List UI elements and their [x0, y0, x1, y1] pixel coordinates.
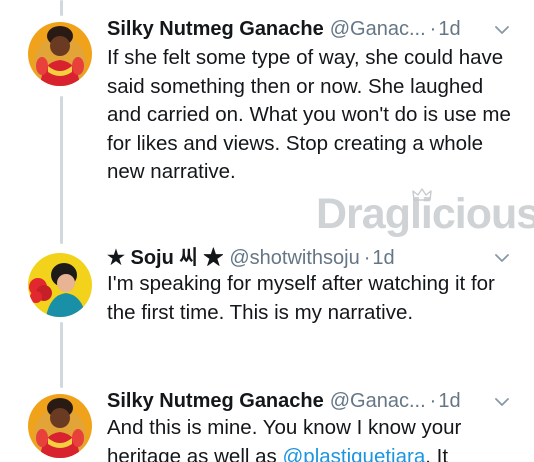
separator: ·	[429, 390, 437, 412]
tweet[interactable]: Silky Nutmeg Ganache @Ganac... · 1d And …	[0, 370, 534, 462]
tweet-text: If she felt some type of way, she could …	[107, 46, 511, 183]
separator: ·	[363, 247, 371, 269]
handle[interactable]: @shotwithsoju	[229, 245, 359, 271]
separator: ·	[429, 18, 437, 40]
avatar[interactable]	[28, 253, 92, 317]
crown-icon	[412, 188, 432, 201]
avatar[interactable]	[28, 394, 92, 458]
avatar-image	[28, 22, 92, 86]
tweet-text: I'm speaking for myself after watching i…	[107, 272, 495, 324]
avatar-image	[28, 253, 92, 317]
mention-link[interactable]: @plastiquetiara	[282, 445, 425, 462]
tweet-text-end: . It	[425, 444, 449, 462]
handle[interactable]: @Ganac...	[330, 16, 426, 42]
tweet-header: Silky Nutmeg Ganache @Ganac... · 1d	[107, 16, 461, 42]
avatar[interactable]	[28, 22, 92, 86]
tweet[interactable]: ★ Soju 씨 ★ @shotwithsoju · 1d I'm speaki…	[0, 240, 534, 370]
timestamp[interactable]: 1d	[372, 245, 394, 271]
timestamp[interactable]: 1d	[438, 388, 460, 414]
display-name[interactable]: Silky Nutmeg Ganache	[107, 388, 324, 414]
tweet-text: And this is mine. You know I know your h…	[107, 414, 517, 462]
timestamp[interactable]: 1d	[438, 16, 460, 42]
handle[interactable]: @Ganac...	[330, 388, 426, 414]
chevron-down-icon[interactable]	[494, 250, 510, 266]
chevron-down-icon[interactable]	[494, 394, 510, 410]
display-name[interactable]: Silky Nutmeg Ganache	[107, 16, 324, 42]
tweet-header: Silky Nutmeg Ganache @Ganac... · 1d	[107, 388, 461, 414]
watermark-logo: Draglicious	[316, 186, 534, 242]
tweet-header: ★ Soju 씨 ★ @shotwithsoju · 1d	[107, 245, 395, 271]
chevron-down-icon[interactable]	[494, 22, 510, 38]
avatar-image	[28, 394, 92, 458]
display-name[interactable]: ★ Soju 씨 ★	[107, 245, 223, 271]
